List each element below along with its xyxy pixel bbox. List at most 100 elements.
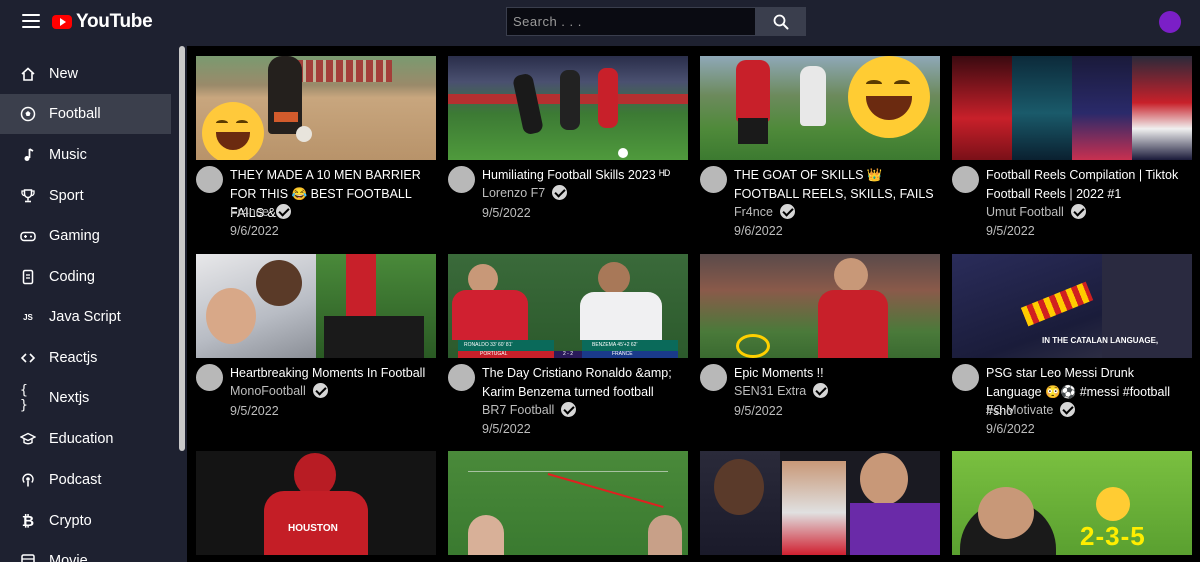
- hamburger-menu-icon[interactable]: [22, 14, 40, 30]
- video-card[interactable]: Heartbreaking Moments In Football MonoFo…: [196, 254, 436, 444]
- channel-name-text: Fr4nce: [230, 204, 269, 219]
- channel-name[interactable]: Fr4nce: [230, 204, 291, 219]
- javascript-icon: JS: [23, 312, 33, 322]
- podcast-icon: [20, 472, 36, 488]
- sidebar-item-nextjs[interactable]: { } Nextjs: [0, 378, 171, 418]
- channel-avatar[interactable]: [448, 364, 475, 391]
- code-file-icon: [20, 269, 36, 285]
- youtube-logo[interactable]: YouTube: [52, 11, 153, 33]
- angle-brackets-icon: [20, 350, 36, 366]
- sidebar-item-label: Gaming: [49, 228, 100, 244]
- video-thumbnail[interactable]: [196, 56, 436, 160]
- video-thumbnail[interactable]: HOUSTON: [196, 451, 436, 555]
- video-thumbnail[interactable]: 2-3-5: [952, 451, 1192, 555]
- video-thumbnail[interactable]: RONALDO 33' 60' 81' PORTUGAL 2 - 2 BENZE…: [448, 254, 688, 358]
- video-card[interactable]: IN THE CATALAN LANGUAGE, PSG star Leo Me…: [952, 254, 1192, 444]
- channel-avatar[interactable]: [700, 166, 727, 193]
- channel-name[interactable]: Fr4nce: [734, 204, 795, 219]
- video-card[interactable]: THE GOAT OF SKILLS 👑 FOOTBALL REELS, SKI…: [700, 56, 940, 246]
- video-thumbnail[interactable]: [196, 254, 436, 358]
- user-avatar[interactable]: [1159, 11, 1181, 33]
- video-card[interactable]: Football Reels Compilation | Tiktok Foot…: [952, 56, 1192, 246]
- channel-name-text: BR7 Football: [482, 402, 555, 417]
- channel-name-text: FC Motivate: [986, 402, 1054, 417]
- sidebar-item-crypto[interactable]: ₿ Crypto: [0, 501, 171, 541]
- video-title[interactable]: The Day Cristiano Ronaldo &amp; Karim Be…: [482, 364, 688, 402]
- video-thumbnail[interactable]: [448, 56, 688, 160]
- video-card[interactable]: [448, 451, 688, 562]
- search-button[interactable]: [756, 7, 806, 36]
- sidebar-item-label: Coding: [49, 269, 95, 285]
- sidebar-item-education[interactable]: Education: [0, 419, 171, 459]
- video-card[interactable]: HOUSTON: [196, 451, 436, 562]
- sidebar-item-label: Crypto: [49, 513, 92, 529]
- laughing-emoji-icon: [202, 102, 264, 160]
- sidebar-item-sport[interactable]: Sport: [0, 176, 171, 216]
- sidebar-item-football[interactable]: Football: [0, 94, 171, 134]
- upload-date: 9/5/2022: [482, 206, 531, 220]
- video-thumbnail[interactable]: [952, 56, 1192, 160]
- video-card[interactable]: Epic Moments !! SEN31 Extra 9/5/2022: [700, 254, 940, 444]
- youtube-play-icon: [52, 15, 72, 29]
- sidebar-item-label: Education: [49, 431, 114, 447]
- channel-name[interactable]: MonoFootball: [230, 383, 328, 398]
- sidebar-item-music[interactable]: Music: [0, 135, 171, 175]
- channel-name[interactable]: Lorenzo F7: [482, 185, 568, 200]
- video-thumbnail[interactable]: [700, 451, 940, 555]
- channel-name[interactable]: Umut Football: [986, 204, 1086, 219]
- channel-avatar[interactable]: [196, 364, 223, 391]
- sidebar-item-reactjs[interactable]: Reactjs: [0, 338, 171, 378]
- video-thumbnail[interactable]: [700, 56, 940, 160]
- score-box: 2 - 2: [554, 351, 582, 358]
- video-card[interactable]: [700, 451, 940, 562]
- video-thumbnail[interactable]: [448, 451, 688, 555]
- sidebar-scrollbar[interactable]: [179, 46, 185, 451]
- video-card[interactable]: RONALDO 33' 60' 81' PORTUGAL 2 - 2 BENZE…: [448, 254, 688, 444]
- football-icon: [20, 106, 36, 122]
- video-title[interactable]: Heartbreaking Moments In Football: [230, 364, 436, 383]
- video-thumbnail[interactable]: IN THE CATALAN LANGUAGE,: [952, 254, 1192, 358]
- sidebar-item-label: Java Script: [49, 309, 121, 325]
- sidebar-item-gaming[interactable]: Gaming: [0, 216, 171, 256]
- channel-avatar[interactable]: [196, 166, 223, 193]
- upload-date: 9/5/2022: [986, 224, 1035, 238]
- video-card[interactable]: 2-3-5: [952, 451, 1192, 562]
- sidebar: New Football Music Sport Gaming Coding J…: [0, 46, 187, 562]
- bitcoin-icon: ₿: [21, 512, 35, 530]
- sidebar-item-movie[interactable]: Movie: [0, 541, 171, 562]
- curly-braces-icon: { }: [20, 383, 28, 413]
- sidebar-item-label: Sport: [49, 188, 84, 204]
- laughing-emoji-icon: [848, 56, 930, 138]
- sidebar-item-javascript[interactable]: JS Java Script: [0, 297, 171, 337]
- channel-name[interactable]: SEN31 Extra: [734, 383, 829, 398]
- top-header: YouTube: [0, 0, 1200, 46]
- sidebar-item-label: Music: [49, 147, 87, 163]
- channel-name-text: Fr4nce: [734, 204, 773, 219]
- video-card[interactable]: THEY MADE A 10 MEN BARRIER FOR THIS 😂 BE…: [196, 56, 436, 246]
- verified-icon: [1070, 204, 1086, 219]
- video-title[interactable]: Epic Moments !!: [734, 364, 940, 383]
- video-thumbnail[interactable]: [700, 254, 940, 358]
- channel-name[interactable]: FC Motivate: [986, 402, 1076, 417]
- search-bar: [506, 7, 806, 36]
- channel-name-text: Umut Football: [986, 204, 1064, 219]
- channel-avatar[interactable]: [448, 166, 475, 193]
- video-title[interactable]: Humiliating Football Skills 2023 ᴴᴰ: [482, 166, 688, 185]
- verified-icon: [779, 204, 795, 219]
- video-title[interactable]: Football Reels Compilation | Tiktok Foot…: [986, 166, 1192, 204]
- sidebar-item-new[interactable]: New: [0, 54, 171, 94]
- sidebar-item-podcast[interactable]: Podcast: [0, 460, 171, 500]
- sidebar-item-coding[interactable]: Coding: [0, 257, 171, 297]
- channel-name[interactable]: BR7 Football: [482, 402, 577, 417]
- upload-date: 9/6/2022: [230, 224, 279, 238]
- upload-date: 9/6/2022: [734, 224, 783, 238]
- video-title[interactable]: THE GOAT OF SKILLS 👑 FOOTBALL REELS, SKI…: [734, 166, 940, 204]
- logo-text: YouTube: [76, 11, 153, 32]
- channel-avatar[interactable]: [952, 364, 979, 391]
- sidebar-item-label: Reactjs: [49, 350, 98, 366]
- search-input[interactable]: [506, 7, 756, 36]
- channel-avatar[interactable]: [952, 166, 979, 193]
- channel-avatar[interactable]: [700, 364, 727, 391]
- verified-icon: [275, 204, 291, 219]
- video-card[interactable]: Humiliating Football Skills 2023 ᴴᴰ Lore…: [448, 56, 688, 246]
